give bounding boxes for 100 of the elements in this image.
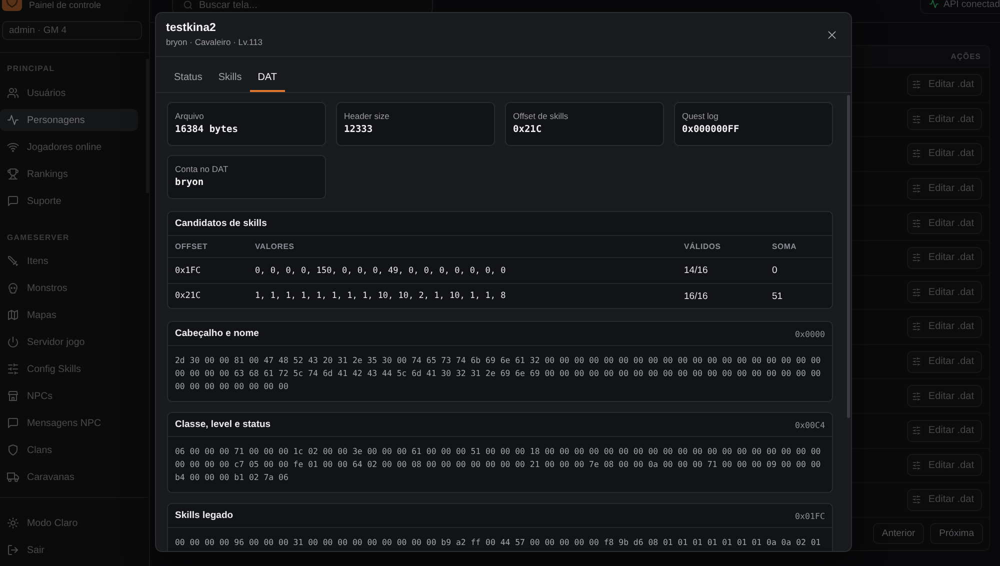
close-icon bbox=[827, 30, 837, 40]
sidebar-item[interactable]: Caravanas bbox=[0, 466, 138, 488]
hex-line: 00 00 00 00 c7 05 00 00 fe 01 00 00 64 02 00 00 08 00 00 00 00 00 00 00 21 00 00 00 7e 08 00 00 0a 00 00 00 71 00 00 00 09 00 00 00 bbox=[175, 458, 822, 471]
stat-label: Quest log bbox=[682, 110, 718, 122]
edit-button[interactable]: Editar .dat bbox=[907, 74, 982, 96]
store-icon bbox=[7, 390, 19, 402]
table-cell-text: 51 bbox=[772, 290, 784, 302]
tab[interactable]: Status bbox=[166, 57, 210, 92]
sidebar-item[interactable]: Rankings bbox=[0, 163, 138, 185]
sliders-icon bbox=[912, 357, 922, 366]
stat-value: bryon bbox=[175, 176, 204, 189]
sidebar-item[interactable]: Mensagens NPC bbox=[0, 412, 138, 434]
offset-label: 0x00C4 bbox=[795, 420, 825, 430]
sidebar-item[interactable]: Suporte bbox=[0, 190, 138, 212]
wifi-icon bbox=[7, 141, 19, 153]
sidebar-item[interactable]: NPCs bbox=[0, 385, 138, 407]
table-cell-text: 0 bbox=[772, 265, 778, 276]
table-cell-text: 16/16 bbox=[684, 290, 709, 302]
card-title: Skills legado bbox=[175, 510, 234, 521]
tab[interactable]: DAT bbox=[250, 57, 285, 92]
sliders-icon bbox=[912, 114, 922, 124]
card-title: Candidatos de skills bbox=[175, 218, 267, 229]
table-cell-text: 0, 0, 0, 0, 150, 0, 0, 0, 49, 0, 0, 0, 0, 0, 0, 0 bbox=[255, 266, 507, 276]
sliders-icon bbox=[912, 184, 922, 194]
sidebar-item[interactable]: Mapas bbox=[0, 304, 138, 326]
tab[interactable]: Skills bbox=[210, 57, 250, 92]
pulse-icon bbox=[7, 114, 19, 126]
next-button[interactable]: Próxima bbox=[930, 523, 983, 544]
table-cell-text: 0x1FC bbox=[175, 266, 202, 276]
stat-label: Offset de skills bbox=[513, 110, 568, 122]
card-title: Cabeçalho e nome bbox=[175, 328, 259, 339]
hex-line: 2d 30 00 00 81 00 47 48 52 43 20 31 2e 35 30 00 74 65 73 74 6b 69 6e 61 32 00 00 00 00 00 00 00 00 00 00 00 00 00 00 00 00 00 00 00 bbox=[175, 354, 822, 367]
offset-label: 0x01FC bbox=[795, 510, 825, 520]
edit-button[interactable]: Editar .dat bbox=[907, 212, 982, 234]
shield-icon bbox=[7, 444, 19, 456]
sliders-icon bbox=[912, 80, 922, 90]
sliders-icon bbox=[7, 363, 19, 375]
close-button[interactable] bbox=[826, 28, 838, 40]
map-icon bbox=[7, 309, 19, 321]
stat-label: Arquivo bbox=[175, 110, 204, 122]
stat-value: 0x21C bbox=[513, 123, 542, 136]
edit-button[interactable]: Editar .dat bbox=[907, 488, 982, 511]
hex-line: 06 00 00 00 71 00 00 00 1c 02 00 00 3e 00 00 00 61 00 00 00 51 00 00 00 18 00 00 00 00 00 00 00 00 00 00 00 00 00 00 00 00 00 00 00 bbox=[175, 445, 822, 458]
edit-button[interactable]: Editar .dat bbox=[907, 316, 982, 338]
dialog-title: testkina2 bbox=[166, 22, 217, 34]
hex-line: 00 00 00 00 00 00 00 00 bbox=[175, 380, 290, 393]
card-title: Classe, level e status bbox=[175, 419, 271, 430]
hex-line: b4 00 00 00 b1 02 7a 06 bbox=[175, 471, 290, 484]
brand-subtitle: Painel de controle bbox=[29, 0, 102, 11]
offset-label: 0x0000 bbox=[795, 328, 825, 338]
search-icon bbox=[183, 0, 193, 10]
chat-bubble-icon bbox=[7, 417, 19, 429]
edit-button[interactable]: Editar .dat bbox=[907, 350, 982, 373]
table-cell-text: 0x21C bbox=[175, 291, 202, 301]
stat-value: 0x000000FF bbox=[682, 123, 740, 136]
skull-icon bbox=[7, 282, 19, 294]
sword-icon bbox=[7, 255, 19, 267]
sliders-icon bbox=[912, 218, 922, 228]
dialog-subtitle: bryon · Cavaleiro · Lv.113 bbox=[166, 36, 263, 48]
sliders-icon bbox=[912, 426, 922, 436]
sidebar-item[interactable]: Itens bbox=[0, 250, 138, 272]
sliders-icon bbox=[912, 495, 922, 504]
power-icon bbox=[7, 336, 19, 348]
edit-button[interactable]: Editar .dat bbox=[907, 454, 982, 476]
hex-line: 00 00 00 00 96 00 00 00 31 00 00 00 00 00 00 00 00 00 b9 a2 ff 00 44 57 00 00 00 00 00 f8 9b d6 08 01 01 01 01 01 01 01 0a 0a 02 01 bbox=[175, 536, 822, 549]
sidebar-item[interactable]: Servidor jogo bbox=[0, 331, 138, 353]
edit-button[interactable]: Editar .dat bbox=[907, 420, 982, 442]
edit-button[interactable]: Editar .dat bbox=[907, 246, 982, 269]
logout-button[interactable]: Sair bbox=[0, 539, 138, 561]
sliders-icon bbox=[912, 392, 922, 401]
sliders-icon bbox=[912, 460, 922, 470]
sun-icon bbox=[7, 517, 19, 529]
chat-bubble-icon bbox=[7, 195, 19, 207]
stat-value: 12333 bbox=[344, 123, 373, 136]
stat-value: 16384 bytes bbox=[175, 123, 238, 136]
sliders-icon bbox=[912, 288, 922, 297]
edit-button[interactable]: Editar .dat bbox=[907, 385, 982, 408]
table-cell-text: 1, 1, 1, 1, 1, 1, 1, 1, 10, 10, 2, 1, 10, 1, 1, 8 bbox=[255, 291, 507, 301]
table-cell-text: 14/16 bbox=[684, 265, 709, 276]
users-icon bbox=[7, 87, 19, 99]
edit-button[interactable]: Editar .dat bbox=[907, 108, 982, 130]
edit-button[interactable]: Editar .dat bbox=[907, 281, 982, 304]
edit-button[interactable]: Editar .dat bbox=[907, 142, 982, 165]
trophy-icon bbox=[7, 168, 19, 180]
stat-label: Header size bbox=[344, 110, 390, 122]
previous-button[interactable]: Anterior bbox=[872, 523, 924, 544]
truck-icon bbox=[7, 471, 19, 483]
hex-line: 00 00 00 00 63 68 61 72 5c 74 6d 41 42 43 44 5c 6d 41 30 32 31 2e 69 6e 69 00 00 00 00 00 00 00 00 00 00 00 00 00 00 00 00 00 00 00 bbox=[175, 367, 822, 380]
sliders-icon bbox=[912, 322, 922, 332]
user-badge: admin · GM 4 bbox=[2, 21, 142, 40]
sidebar-item[interactable]: Jogadores online bbox=[0, 136, 138, 158]
sidebar-item[interactable]: Config Skills bbox=[0, 358, 138, 380]
sidebar-item[interactable]: Monstros bbox=[0, 277, 138, 299]
sidebar-item[interactable]: Usuários bbox=[0, 82, 138, 104]
theme-toggle-button[interactable]: Modo Claro bbox=[0, 512, 138, 534]
sliders-icon bbox=[912, 149, 922, 158]
sidebar-item[interactable]: Clans bbox=[0, 439, 138, 461]
sidebar-item[interactable]: Personagens bbox=[0, 109, 138, 131]
stat-label: Conta no DAT bbox=[175, 163, 228, 175]
edit-button[interactable]: Editar .dat bbox=[907, 178, 982, 200]
